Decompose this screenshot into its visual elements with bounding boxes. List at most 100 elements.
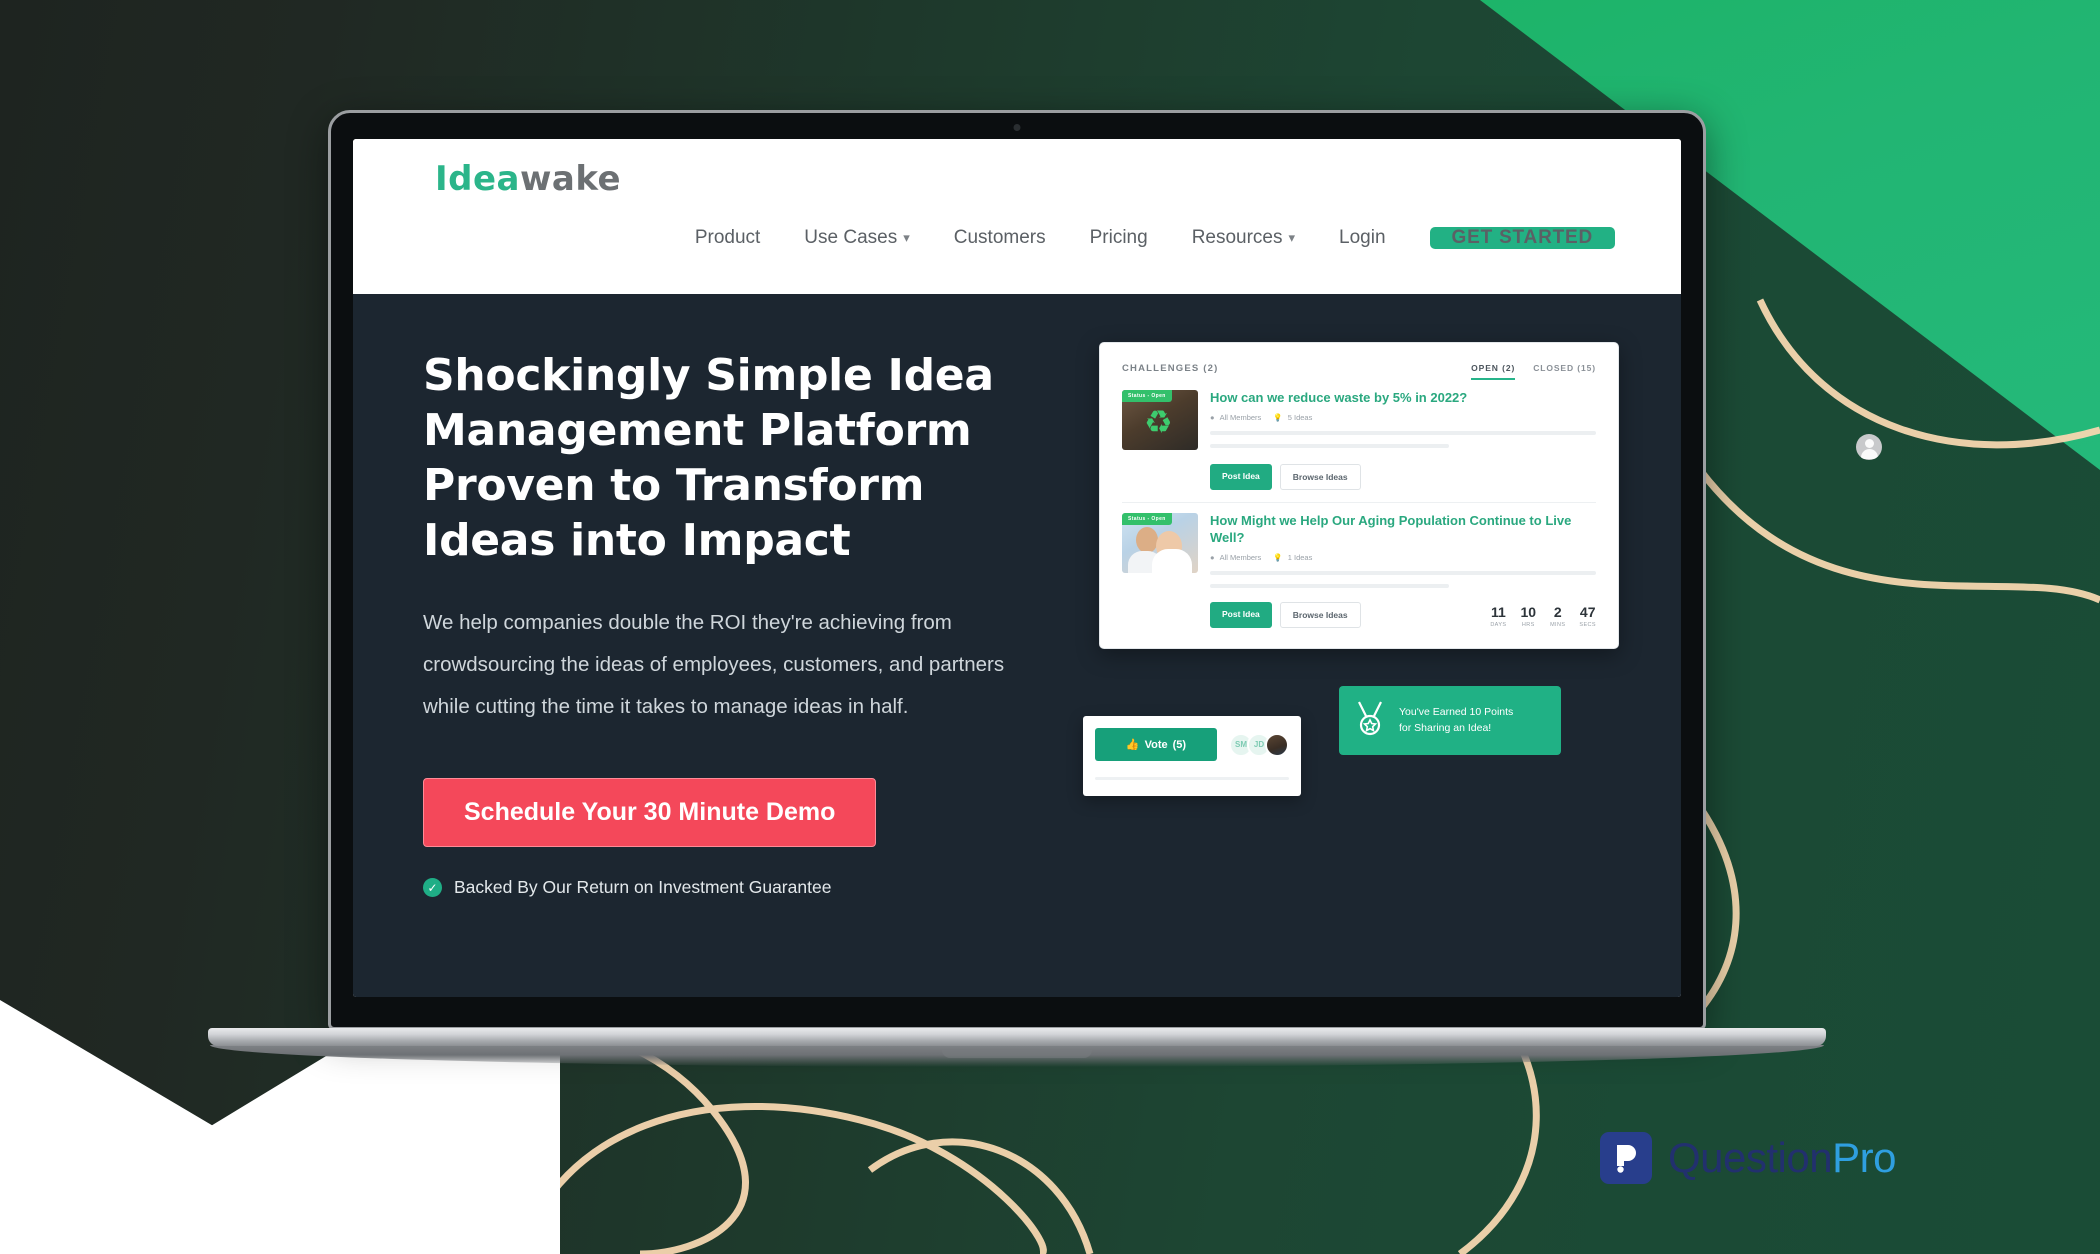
laptop-lid: Ideawake Product Use Cases ▾ Customers Pr… (328, 110, 1706, 1030)
nav-item-use-cases[interactable]: Use Cases ▾ (782, 227, 931, 249)
nav-label: Use Cases (804, 227, 898, 248)
challenge-buttons: Post Idea Browse Ideas (1210, 464, 1361, 490)
laptop-screen: Ideawake Product Use Cases ▾ Customers Pr… (353, 139, 1681, 997)
placeholder-bar (1210, 430, 1596, 435)
tab-closed[interactable]: CLOSED (15) (1533, 363, 1596, 380)
countdown-label: Secs (1579, 621, 1596, 628)
placeholder-bar (1210, 443, 1450, 448)
logo-part-a: Idea (435, 159, 520, 199)
nav-label: Product (694, 227, 761, 248)
countdown-value: 47 (1579, 603, 1596, 620)
questionpro-wordmark: QuestionPro (1668, 1134, 1896, 1182)
avatar-decoration-icon (1856, 434, 1882, 460)
ideas-label: 1 Ideas (1287, 552, 1313, 562)
check-circle-icon: ✓ (423, 878, 442, 898)
post-idea-button[interactable]: Post Idea (1210, 464, 1272, 490)
hero-copy: Shockingly Simple Idea Management Platfo… (423, 326, 1043, 997)
challenge-thumbnail: Status - Open (1122, 513, 1198, 573)
people-photo (1122, 513, 1198, 573)
countdown-timer: 11 Days 10 Hrs 2 Mins 47 Secs (1490, 605, 1596, 628)
thumbs-up-icon: 👍 (1125, 739, 1140, 751)
vote-label: Vote (1144, 738, 1168, 751)
nav-item-product[interactable]: Product (673, 227, 782, 249)
challenge-buttons: Post Idea Browse Ideas (1210, 601, 1361, 628)
countdown-unit: 11 Days (1490, 605, 1506, 628)
countdown-value: 11 (1490, 603, 1506, 620)
ideawake-logo[interactable]: Ideawake (435, 159, 621, 199)
challenge-audience: ● All Members (1210, 412, 1262, 422)
nav-item-customers[interactable]: Customers (932, 227, 1068, 249)
hero-subcopy: We help companies double the ROI they're… (423, 611, 1005, 719)
vote-row: 👍 Vote (5) SM JD (1095, 728, 1289, 761)
guarantee-text: Backed By Our Return on Investment Guara… (454, 877, 832, 898)
questionpro-word-a: Question (1668, 1134, 1833, 1181)
countdown-unit: 47 Secs (1579, 605, 1596, 628)
questionpro-logo: QuestionPro (1600, 1132, 1896, 1184)
countdown-label: Hrs (1521, 621, 1535, 628)
challenge-title[interactable]: How Might we Help Our Aging Population C… (1210, 513, 1596, 547)
nav-label: Customers (953, 227, 1046, 248)
countdown-unit: 2 Mins (1550, 605, 1565, 628)
site-header: Ideawake Product Use Cases ▾ Customers Pr… (353, 139, 1681, 294)
post-idea-button[interactable]: Post Idea (1210, 601, 1272, 628)
challenge-body: How Might we Help Our Aging Population C… (1210, 513, 1596, 588)
vote-widget: 👍 Vote (5) SM JD (1083, 716, 1301, 796)
ideas-label: 5 Ideas (1287, 412, 1313, 422)
logo-part-b: wake (520, 159, 622, 199)
challenge-audience: ● All Members (1210, 552, 1262, 562)
laptop-device: Ideawake Product Use Cases ▾ Customers Pr… (208, 110, 1826, 1088)
placeholder-bar (1210, 583, 1450, 588)
challenge-row[interactable]: Status - Open How Might we Help Our Agin… (1116, 503, 1602, 588)
vote-count: (5) (1172, 738, 1187, 751)
browse-ideas-button[interactable]: Browse Ideas (1279, 464, 1361, 490)
get-started-button[interactable]: GET STARTED (1429, 227, 1615, 249)
placeholder-bar (1095, 777, 1289, 780)
audience-label: All Members (1219, 412, 1262, 422)
hero-product-mockup: CHALLENGES (2) OPEN (2) CLOSED (15) Stat… (1043, 326, 1619, 997)
webcam-icon (1013, 124, 1021, 131)
chevron-down-icon: ▾ (903, 230, 910, 245)
page-title: Shockingly Simple Idea Management Platfo… (423, 350, 994, 566)
page-canvas: Ideawake Product Use Cases ▾ Customers Pr… (0, 0, 2100, 1254)
challenges-title: CHALLENGES (2) (1122, 363, 1219, 374)
avatar[interactable] (1265, 732, 1289, 757)
browse-ideas-button[interactable]: Browse Ideas (1279, 601, 1361, 628)
audience-label: All Members (1219, 552, 1262, 562)
challenge-meta: ● All Members 💡 5 Ideas (1210, 413, 1596, 422)
nav-item-login[interactable]: Login (1317, 227, 1408, 249)
nav-item-pricing[interactable]: Pricing (1068, 227, 1170, 249)
countdown-label: Days (1490, 621, 1507, 628)
challenge-meta: ● All Members 💡 1 Ideas (1210, 553, 1596, 562)
challenge-idea-count: 💡 1 Ideas (1273, 552, 1313, 562)
nav-label: Resources (1191, 227, 1283, 248)
main-navigation: Product Use Cases ▾ Customers Pricing Res… (673, 227, 1615, 249)
nav-item-resources[interactable]: Resources ▾ (1170, 227, 1317, 249)
countdown-value: 10 (1520, 603, 1537, 620)
nav-label: Login (1339, 227, 1386, 248)
challenge-title[interactable]: How can we reduce waste by 5% in 2022? (1210, 390, 1596, 407)
placeholder-bar (1210, 570, 1596, 575)
schedule-demo-button[interactable]: Schedule Your 30 Minute Demo (423, 778, 877, 848)
challenge-actions: Post Idea Browse Ideas 11 Days 10 Hrs 2 Min… (1116, 588, 1602, 628)
nav-label: Pricing (1089, 227, 1148, 248)
recycle-icon: ♻ (1144, 404, 1173, 440)
challenge-thumbnail: Status - Open ♻ (1122, 390, 1198, 450)
laptop-base (208, 1028, 1826, 1088)
chevron-down-icon: ▾ (1288, 230, 1296, 245)
challenge-actions: Post Idea Browse Ideas (1116, 450, 1602, 490)
guarantee-row: ✓ Backed By Our Return on Investment Gua… (423, 877, 1043, 898)
points-line-2: for Sharing an Idea! (1399, 721, 1492, 734)
questionpro-word-b: Pro (1832, 1134, 1896, 1181)
countdown-label: Mins (1550, 621, 1566, 628)
points-text: You've Earned 10 Points for Sharing an I… (1399, 705, 1513, 737)
medal-icon (1353, 700, 1387, 741)
vote-button[interactable]: 👍 Vote (5) (1095, 728, 1217, 761)
challenges-panel-header: CHALLENGES (2) OPEN (2) CLOSED (15) (1116, 357, 1602, 380)
points-earned-badge: You've Earned 10 Points for Sharing an I… (1339, 686, 1561, 755)
tab-open[interactable]: OPEN (2) (1471, 363, 1516, 380)
questionpro-mark-icon (1600, 1132, 1652, 1184)
challenges-panel: CHALLENGES (2) OPEN (2) CLOSED (15) Stat… (1099, 342, 1619, 649)
countdown-unit: 10 Hrs (1520, 605, 1536, 628)
points-line-1: You've Earned 10 Points (1399, 705, 1514, 718)
challenge-row[interactable]: Status - Open ♻ How can we reduce waste … (1116, 380, 1602, 450)
